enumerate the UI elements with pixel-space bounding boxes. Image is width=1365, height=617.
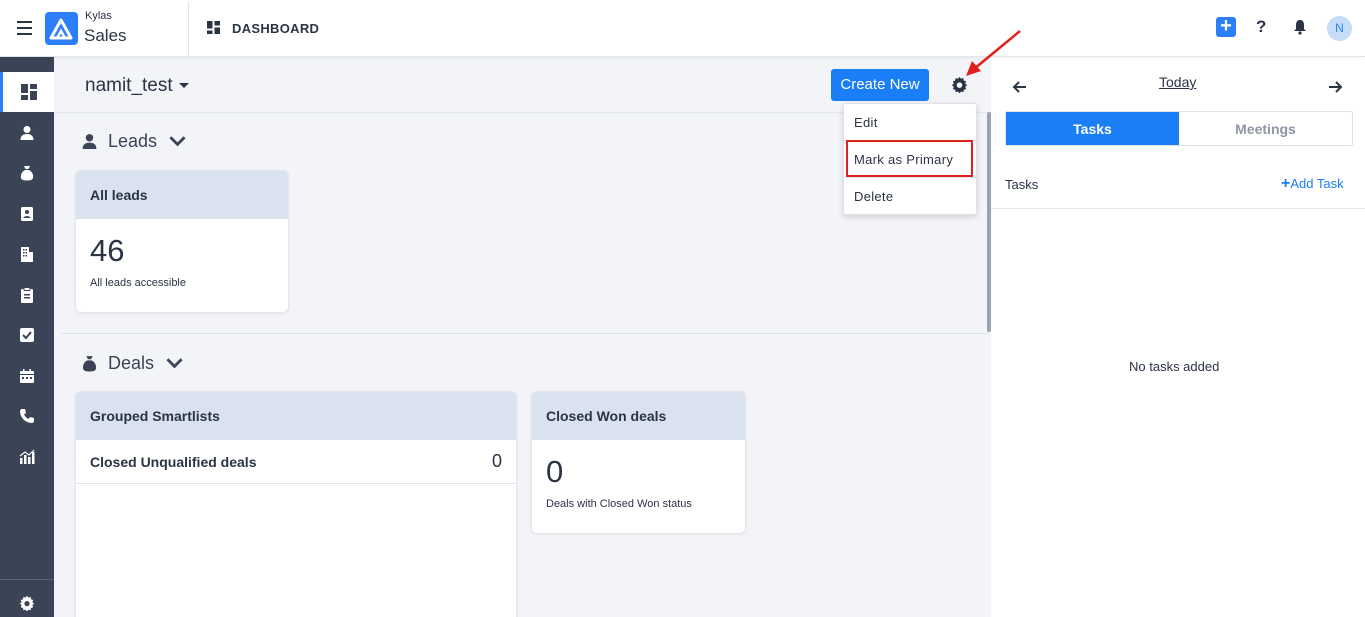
- leads-section-title: Leads: [108, 131, 158, 151]
- add-task-button[interactable]: +Add Task: [1281, 175, 1344, 193]
- top-bar: Kylas Sales DASHBOARD + ? N: [0, 0, 1365, 57]
- arrow-right-icon[interactable]: [1327, 79, 1343, 95]
- divider: [61, 333, 989, 334]
- panel-tabs: Tasks Meetings: [1005, 111, 1353, 146]
- kylas-logo[interactable]: [45, 12, 78, 45]
- gear-icon: [19, 595, 35, 611]
- divider: [844, 177, 976, 178]
- closed-won-deals-card[interactable]: Closed Won deals 0 Deals with Closed Won…: [531, 391, 746, 534]
- contact-card-icon: [21, 207, 33, 221]
- sidebar-item-reports[interactable]: [0, 437, 54, 477]
- quick-add-button[interactable]: +: [1216, 16, 1236, 37]
- brand-name: Kylas: [85, 10, 112, 22]
- deals-section-header[interactable]: Deals: [81, 353, 193, 374]
- arrow-left-icon[interactable]: [1012, 79, 1028, 95]
- page-title: DASHBOARD: [232, 21, 320, 36]
- chevron-down-icon: [169, 136, 186, 147]
- notification-bell-icon[interactable]: [1292, 19, 1308, 35]
- leads-section-header[interactable]: Leads: [81, 131, 196, 152]
- row-count: 0: [491, 451, 502, 471]
- list-item[interactable]: Closed Unqualified deals 0: [76, 440, 516, 484]
- menu-item-delete[interactable]: Delete: [854, 189, 893, 204]
- phone-icon: [20, 409, 34, 423]
- sidebar-item-calls[interactable]: [0, 396, 54, 436]
- card-title: Closed Won deals: [532, 392, 745, 440]
- brand-product: Sales: [84, 26, 127, 45]
- checkbox-icon: [20, 328, 34, 342]
- highlight-box: [846, 140, 973, 177]
- divider: [188, 2, 189, 55]
- add-task-label: Add Task: [1290, 176, 1344, 191]
- sidebar-item-leads[interactable]: [0, 113, 54, 153]
- user-avatar[interactable]: N: [1327, 16, 1352, 41]
- dashboard-icon: [20, 84, 37, 100]
- row-label: Closed Unqualified deals: [90, 453, 257, 470]
- sidebar-item-companies[interactable]: [0, 234, 54, 274]
- dashboard-options-menu: Edit Mark as Primary Delete: [843, 103, 977, 215]
- user-icon: [82, 134, 97, 149]
- card-subtitle: All leads accessible: [90, 277, 186, 289]
- sidebar-item-contacts[interactable]: [0, 194, 54, 234]
- sidebar-item-meetings[interactable]: [0, 356, 54, 396]
- empty-state-text: No tasks added: [1129, 359, 1220, 374]
- dashboard-selector[interactable]: namit_test: [85, 75, 189, 97]
- dashboard-icon: [207, 21, 220, 34]
- sidebar: [0, 57, 54, 617]
- divider: [0, 579, 54, 580]
- sidebar-item-quotes[interactable]: [0, 275, 54, 315]
- create-new-button[interactable]: Create New: [831, 69, 929, 101]
- sidebar-item-settings[interactable]: [0, 583, 54, 617]
- tab-tasks[interactable]: Tasks: [1006, 112, 1179, 145]
- bar-chart-icon: [19, 449, 35, 464]
- help-icon[interactable]: ?: [1256, 17, 1266, 37]
- grouped-smartlists-card[interactable]: Grouped Smartlists Closed Unqualified de…: [75, 391, 517, 617]
- card-title: All leads: [76, 171, 288, 219]
- menu-icon[interactable]: [17, 21, 32, 35]
- card-subtitle: Deals with Closed Won status: [546, 498, 692, 510]
- card-title: Grouped Smartlists: [76, 392, 516, 440]
- money-bag-icon: [82, 356, 97, 372]
- calendar-icon: [20, 369, 34, 383]
- calendar-panel: Today Tasks Meetings Tasks +Add Task No …: [991, 57, 1365, 617]
- tasks-label: Tasks: [1005, 177, 1039, 192]
- building-icon: [21, 247, 33, 262]
- user-icon: [20, 126, 34, 140]
- sidebar-item-tasks[interactable]: [0, 315, 54, 355]
- sidebar-item-deals[interactable]: [0, 153, 54, 193]
- divider: [991, 208, 1365, 209]
- tab-meetings[interactable]: Meetings: [1179, 112, 1352, 145]
- deals-section-title: Deals: [108, 353, 155, 373]
- dashboard-name: namit_test: [85, 75, 173, 96]
- chevron-down-icon: [166, 358, 183, 369]
- caret-down-icon: [178, 83, 189, 89]
- card-value: 46: [90, 233, 125, 268]
- annotation-arrow: [966, 30, 1021, 76]
- sidebar-item-dashboard[interactable]: [0, 72, 54, 112]
- card-value: 0: [546, 454, 564, 489]
- plus-icon: +: [1281, 175, 1291, 192]
- all-leads-card[interactable]: All leads 46 All leads accessible: [75, 170, 289, 313]
- clipboard-icon: [21, 287, 33, 303]
- date-label[interactable]: Today: [1159, 74, 1196, 90]
- menu-item-edit[interactable]: Edit: [854, 115, 878, 130]
- money-bag-icon: [20, 166, 34, 181]
